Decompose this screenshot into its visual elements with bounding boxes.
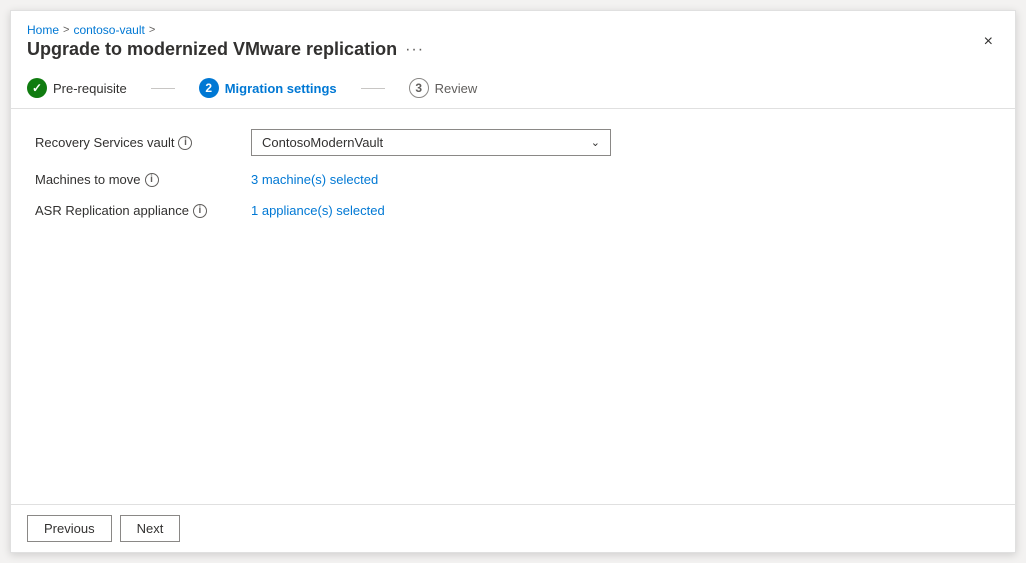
step-sep-1 bbox=[151, 88, 175, 89]
vault-row: Recovery Services vault i ContosoModernV… bbox=[35, 129, 991, 156]
previous-button[interactable]: Previous bbox=[27, 515, 112, 542]
modal-body: Recovery Services vault i ContosoModernV… bbox=[11, 109, 1015, 504]
more-options-icon[interactable]: ··· bbox=[405, 41, 424, 59]
breadcrumb-sep1: > bbox=[63, 24, 69, 36]
step-migration-settings[interactable]: 2 Migration settings bbox=[199, 78, 337, 98]
title-row: Upgrade to modernized VMware replication… bbox=[27, 39, 424, 60]
header-left: Home > contoso-vault > Upgrade to modern… bbox=[27, 23, 424, 60]
machines-info-icon[interactable]: i bbox=[145, 173, 159, 187]
breadcrumb-sep2: > bbox=[149, 24, 155, 36]
step2-label: Migration settings bbox=[225, 81, 337, 96]
page-title: Upgrade to modernized VMware replication bbox=[27, 39, 397, 60]
modal-header: Home > contoso-vault > Upgrade to modern… bbox=[11, 11, 1015, 68]
step-pre-requisite[interactable]: ✓ Pre-requisite bbox=[27, 78, 127, 98]
close-button[interactable]: × bbox=[978, 30, 999, 54]
vault-control: ContosoModernVault ⌄ bbox=[251, 129, 611, 156]
modal-dialog: Home > contoso-vault > Upgrade to modern… bbox=[10, 10, 1016, 553]
vault-select[interactable]: ContosoModernVault ⌄ bbox=[251, 129, 611, 156]
step3-label: Review bbox=[435, 81, 478, 96]
appliance-label: ASR Replication appliance i bbox=[35, 203, 235, 218]
vault-select-value: ContosoModernVault bbox=[262, 135, 383, 150]
vault-info-icon[interactable]: i bbox=[178, 136, 192, 150]
vault-label: Recovery Services vault i bbox=[35, 135, 235, 150]
step2-icon: 2 bbox=[199, 78, 219, 98]
steps-bar: ✓ Pre-requisite 2 Migration settings 3 R… bbox=[11, 68, 1015, 109]
breadcrumb-vault[interactable]: contoso-vault bbox=[73, 23, 144, 37]
step1-icon: ✓ bbox=[27, 78, 47, 98]
modal-footer: Previous Next bbox=[11, 504, 1015, 552]
appliance-info-icon[interactable]: i bbox=[193, 204, 207, 218]
step-sep-2 bbox=[361, 88, 385, 89]
next-button[interactable]: Next bbox=[120, 515, 181, 542]
step-review[interactable]: 3 Review bbox=[409, 78, 478, 98]
machines-control: 3 machine(s) selected bbox=[251, 172, 378, 187]
breadcrumb-home[interactable]: Home bbox=[27, 23, 59, 37]
machines-link[interactable]: 3 machine(s) selected bbox=[251, 172, 378, 187]
chevron-down-icon: ⌄ bbox=[591, 136, 600, 149]
step3-icon: 3 bbox=[409, 78, 429, 98]
breadcrumb: Home > contoso-vault > bbox=[27, 23, 424, 37]
step1-label: Pre-requisite bbox=[53, 81, 127, 96]
appliance-control: 1 appliance(s) selected bbox=[251, 203, 385, 218]
machines-label: Machines to move i bbox=[35, 172, 235, 187]
appliance-row: ASR Replication appliance i 1 appliance(… bbox=[35, 203, 991, 218]
machines-row: Machines to move i 3 machine(s) selected bbox=[35, 172, 991, 187]
appliance-link[interactable]: 1 appliance(s) selected bbox=[251, 203, 385, 218]
